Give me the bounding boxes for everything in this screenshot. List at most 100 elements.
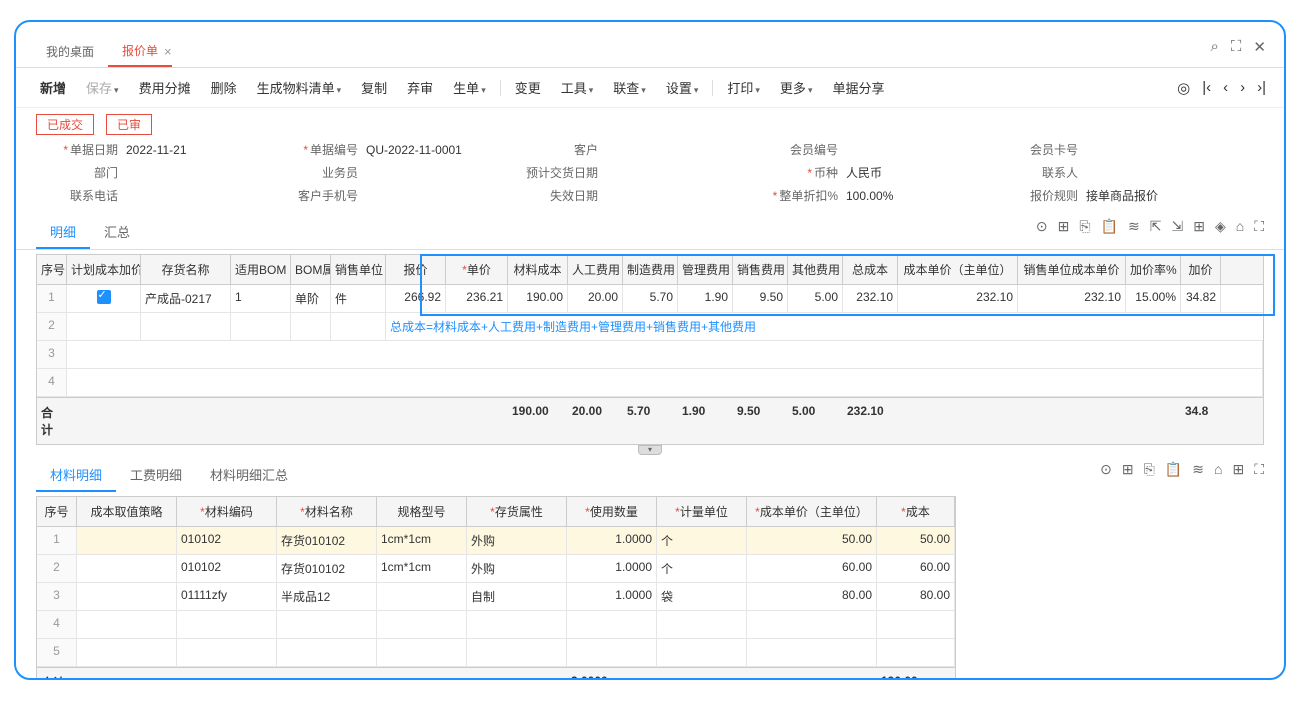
h-other: 其他费用 bbox=[788, 255, 843, 284]
grid1-row-4[interactable]: 4 bbox=[37, 369, 1263, 397]
search-icon[interactable]: ⌕ bbox=[1211, 38, 1219, 56]
h-seq: 序号 bbox=[37, 255, 67, 284]
subtab-summary[interactable]: 汇总 bbox=[90, 216, 144, 249]
save-button[interactable]: 保存▾ bbox=[78, 74, 127, 101]
contact-label: 联系人 bbox=[996, 164, 1086, 181]
window-close-icon[interactable]: ✕ bbox=[1253, 38, 1266, 56]
badge-deal: 已成交 bbox=[36, 114, 94, 135]
g2h-code: *材料编码 bbox=[177, 497, 277, 526]
export-icon[interactable]: ⇱ bbox=[1150, 218, 1162, 235]
dept-label: 部门 bbox=[36, 164, 126, 181]
new-button[interactable]: 新增 bbox=[32, 74, 74, 101]
subtab2-matsum[interactable]: 材料明细汇总 bbox=[196, 459, 302, 492]
plan-cost-checkbox[interactable] bbox=[97, 290, 111, 304]
g2h-seq: 序号 bbox=[37, 497, 77, 526]
h-total: 总成本 bbox=[843, 255, 898, 284]
loc2-icon[interactable]: ⊙ bbox=[1100, 461, 1112, 478]
loc-icon[interactable]: ⊙ bbox=[1036, 218, 1048, 235]
grid2-row[interactable]: 2010102存货0101021cm*1cm外购1.0000个60.0060.0… bbox=[37, 555, 955, 583]
expand2-icon[interactable]: ⛶ bbox=[1254, 461, 1264, 478]
h-labor: 人工费用 bbox=[568, 255, 623, 284]
formula-annotation: 总成本=材料成本+人工费用+制造费用+管理费用+销售费用+其他费用 bbox=[386, 313, 1186, 340]
filter-icon[interactable]: ≋ bbox=[1128, 218, 1140, 235]
h-markuppct: 加价率% bbox=[1126, 255, 1181, 284]
grid2-row[interactable]: 1010102存货0101021cm*1cm外购1.0000个50.0050.0… bbox=[37, 527, 955, 555]
member-no-label: 会员编号 bbox=[756, 141, 846, 158]
grid1-row-1[interactable]: 1 产成品-0217 1 单阶 件 266.92 236.21 190.00 2… bbox=[37, 285, 1263, 313]
material-grid: 序号 成本取值策略 *材料编码 *材料名称 规格型号 *存货属性 *使用数量 *… bbox=[36, 496, 956, 680]
g2h-attr: *存货属性 bbox=[467, 497, 567, 526]
close-tab-icon[interactable]: × bbox=[164, 44, 172, 59]
filter2-icon[interactable]: ≋ bbox=[1192, 461, 1204, 478]
grid1-row-2[interactable]: 2 总成本=材料成本+人工费用+制造费用+管理费用+销售费用+其他费用 bbox=[37, 313, 1263, 341]
curr-label: 币种 bbox=[814, 166, 838, 180]
disc-label: 整单折扣% bbox=[779, 189, 838, 203]
tel-label: 联系电话 bbox=[36, 187, 126, 204]
tools-button[interactable]: 工具▾ bbox=[553, 74, 602, 101]
copy-row-icon[interactable]: ⎘ bbox=[1079, 218, 1090, 235]
grid2-icon[interactable]: ⊞ bbox=[1232, 461, 1244, 478]
grid2-row[interactable]: 5 bbox=[37, 639, 955, 667]
cost-alloc-button[interactable]: 费用分摊 bbox=[131, 74, 199, 101]
h-invname: 存货名称 bbox=[141, 255, 231, 284]
h-markup: 加价 bbox=[1181, 255, 1221, 284]
subtab-detail[interactable]: 明细 bbox=[36, 216, 90, 249]
link-button[interactable]: 联查▾ bbox=[605, 74, 654, 101]
abandon-button[interactable]: 弃审 bbox=[399, 74, 441, 101]
h-matcost: 材料成本 bbox=[508, 255, 568, 284]
last-icon[interactable]: ›| bbox=[1257, 79, 1266, 97]
gen-bom-button[interactable]: 生成物料清单▾ bbox=[249, 74, 350, 101]
g2h-name: *材料名称 bbox=[277, 497, 377, 526]
home2-icon[interactable]: ⌂ bbox=[1214, 461, 1222, 478]
share-button[interactable]: 单据分享 bbox=[824, 74, 892, 101]
expand-icon[interactable]: ⛶ bbox=[1254, 218, 1264, 235]
copy2-icon[interactable]: ⎘ bbox=[1144, 461, 1155, 478]
rule-value: 接单商品报价 bbox=[1086, 187, 1158, 204]
docno-label: 单据编号 bbox=[310, 143, 358, 157]
locate-icon[interactable]: ◎ bbox=[1177, 79, 1190, 97]
copy-button[interactable]: 复制 bbox=[353, 74, 395, 101]
paste-icon[interactable]: 📋 bbox=[1101, 218, 1118, 235]
h-saleunitcost: 销售单位成本单价 bbox=[1018, 255, 1126, 284]
h-quote: 报价 bbox=[386, 255, 446, 284]
grid2-row[interactable]: 301111zfy半成品12自制1.0000袋80.0080.00 bbox=[37, 583, 955, 611]
gen-doc-button[interactable]: 生单▾ bbox=[445, 74, 494, 101]
grid1-row-3[interactable]: 3 bbox=[37, 341, 1263, 369]
tag-icon[interactable]: ◈ bbox=[1215, 218, 1226, 235]
insert-icon[interactable]: ⊞ bbox=[1058, 218, 1070, 235]
next-icon[interactable]: › bbox=[1240, 79, 1245, 97]
h-saleunit: 销售单位 bbox=[331, 255, 386, 284]
settings-button[interactable]: 设置▾ bbox=[658, 74, 707, 101]
sales-label: 业务员 bbox=[276, 164, 366, 181]
change-button[interactable]: 变更 bbox=[507, 74, 549, 101]
g2h-cost: *成本 bbox=[877, 497, 955, 526]
first-icon[interactable]: |‹ bbox=[1202, 79, 1211, 97]
prev-icon[interactable]: ‹ bbox=[1223, 79, 1228, 97]
tab-desktop[interactable]: 我的桌面 bbox=[32, 37, 108, 66]
docno-value: QU-2022-11-0001 bbox=[366, 143, 462, 157]
deliv-label: 预计交货日期 bbox=[516, 164, 606, 181]
delete-button[interactable]: 删除 bbox=[203, 74, 245, 101]
h-mfg: 制造费用 bbox=[623, 255, 678, 284]
import-icon[interactable]: ⇲ bbox=[1171, 218, 1183, 235]
tab-quote[interactable]: 报价单 bbox=[108, 36, 172, 67]
date-value: 2022-11-21 bbox=[126, 143, 187, 157]
subtab2-mat[interactable]: 材料明细 bbox=[36, 459, 116, 492]
h-sales: 销售费用 bbox=[733, 255, 788, 284]
grid-icon[interactable]: ⊞ bbox=[1193, 218, 1205, 235]
insert2-icon[interactable]: ⊞ bbox=[1122, 461, 1134, 478]
maximize-icon[interactable]: ⛶ bbox=[1231, 38, 1242, 56]
home-icon[interactable]: ⌂ bbox=[1236, 218, 1244, 235]
g2h-strategy: 成本取值策略 bbox=[77, 497, 177, 526]
curr-value: 人民币 bbox=[846, 164, 882, 181]
subtab2-labor[interactable]: 工费明细 bbox=[116, 459, 196, 492]
g2h-ucost: *成本单价（主单位） bbox=[747, 497, 877, 526]
expand-handle-1[interactable]: ▾ bbox=[638, 445, 662, 455]
grid2-row[interactable]: 4 bbox=[37, 611, 955, 639]
g2h-spec: 规格型号 bbox=[377, 497, 467, 526]
rule-label: 报价规则 bbox=[996, 187, 1086, 204]
print-button[interactable]: 打印▾ bbox=[719, 74, 768, 101]
h-bom: 适用BOM bbox=[231, 255, 291, 284]
more-button[interactable]: 更多▾ bbox=[772, 74, 821, 101]
paste2-icon[interactable]: 📋 bbox=[1165, 461, 1182, 478]
